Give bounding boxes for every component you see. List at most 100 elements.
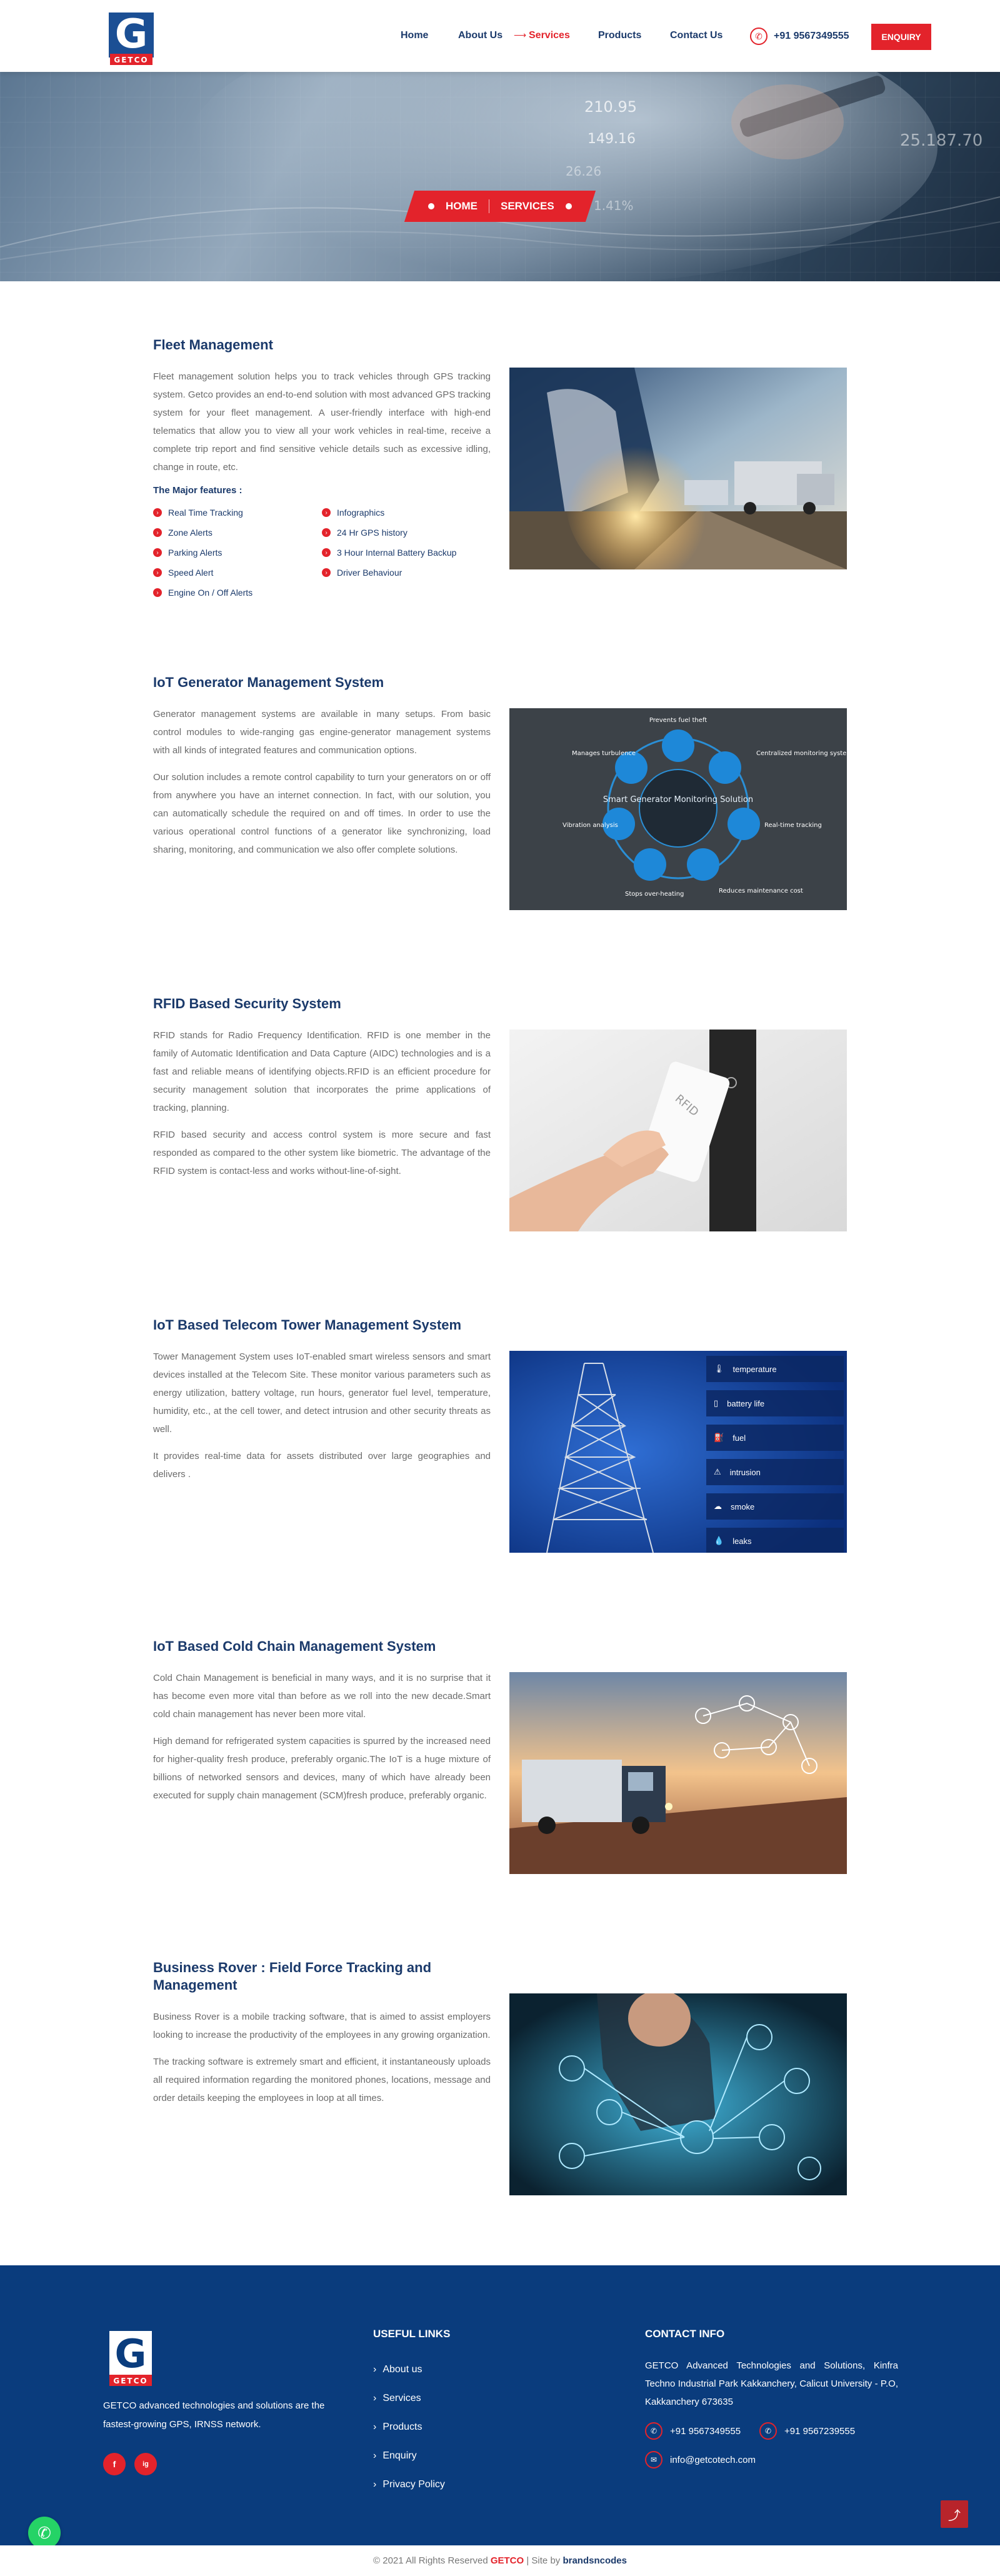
section-paragraph: RFID based security and access control s… [153, 1130, 491, 1176]
site-header: G GETCO Home About Us ⟶ Services Product… [0, 0, 1000, 72]
section-paragraph: High demand for refrigerated system capa… [153, 1736, 491, 1801]
nav-contact[interactable]: Contact Us [670, 30, 722, 41]
arrow-up-icon: ⤴ [948, 2508, 961, 2523]
chevron-right-icon: › [153, 528, 162, 537]
nav-services[interactable]: Services [529, 30, 570, 41]
footer-link-about[interactable]: › About us [373, 2355, 450, 2384]
copyright-brand: GETCO [490, 2555, 524, 2566]
list-item: ⛽ fuel [706, 1425, 844, 1451]
footer-link-privacy[interactable]: › Privacy Policy [373, 2470, 450, 2499]
section-paragraph: Fleet management solution helps you to t… [153, 371, 491, 473]
header-phone-number: +91 9567349555 [774, 31, 849, 41]
list-item: › Zone Alerts [153, 526, 322, 539]
chevron-right-icon: › [373, 2450, 377, 2461]
breadcrumb-home[interactable]: HOME [446, 200, 478, 213]
contact-info-title: CONTACT INFO [645, 2328, 725, 2340]
phone-icon: ✆ [645, 2422, 662, 2440]
chevron-right-icon: › [322, 508, 331, 517]
header-phone[interactable]: ✆ +91 9567349555 [750, 28, 849, 45]
section-paragraph: Tower Management System uses IoT-enabled… [153, 1351, 491, 1435]
contact-address: GETCO Advanced Technologies and Solution… [645, 2360, 898, 2407]
list-item: ▯ battery life [706, 1390, 844, 1416]
chevron-right-icon: › [153, 588, 162, 597]
sensor-list: 🌡 temperature ▯ battery life ⛽ fuel ⚠ intrus… [706, 1356, 844, 1553]
chevron-right-icon: › [322, 528, 331, 537]
nav-products[interactable]: Products [598, 30, 641, 41]
generator-monitoring-image: Smart Generator Monitoring Solution Prev… [509, 708, 847, 910]
contact-phone-1[interactable]: +91 9567349555 [670, 2426, 741, 2437]
copyright-site-by: | Site by [526, 2555, 561, 2566]
useful-links: USEFUL LINKS › About us › Services › Produc… [373, 2328, 450, 2499]
section-paragraph: It provides real-time data for assets di… [153, 1451, 491, 1480]
contact-phones: ✆ +91 9567349555 ✆ +91 9567239555 [645, 2422, 898, 2440]
contact-email-row: ✉ info@getcotech.com [645, 2451, 898, 2468]
chevron-right-icon: › [373, 2479, 377, 2490]
list-item: › 3 Hour Internal Battery Backup [322, 546, 491, 559]
section-paragraph: The tracking software is extremely smart… [153, 2057, 491, 2103]
battery-icon: ▯ [714, 1398, 719, 1408]
facebook-icon[interactable]: f [103, 2453, 126, 2475]
breadcrumb-dot-icon [565, 203, 572, 209]
enquiry-button[interactable]: ENQUIRY [871, 24, 931, 50]
section-fleet-management: Fleet Management Fleet management soluti… [153, 336, 847, 624]
telecom-tower-image: 🌡 temperature ▯ battery life ⛽ fuel ⚠ intrus… [509, 1351, 847, 1553]
contact-info: CONTACT INFO GETCO Advanced Technologies… [645, 2328, 898, 2468]
section-title: RFID Based Security System [153, 996, 341, 1011]
useful-links-title: USEFUL LINKS [373, 2328, 451, 2340]
footer-link-enquiry[interactable]: › Enquiry [373, 2442, 450, 2470]
list-item: › Driver Behaviour [322, 566, 491, 579]
active-arrow-icon: ⟶ [514, 30, 527, 40]
rfid-card-image: RFID [509, 1030, 847, 1231]
contact-phone-2[interactable]: +91 9567239555 [784, 2426, 855, 2437]
footer-getco-logo[interactable]: G GETCO [103, 2326, 158, 2388]
section-paragraph: RFID stands for Radio Frequency Identifi… [153, 1030, 491, 1113]
copyright-text: © 2021 All Rights Reserved [373, 2555, 488, 2566]
breadcrumb-dot-icon [428, 203, 435, 209]
section-cold-chain: IoT Based Cold Chain Management System C… [153, 1638, 847, 1900]
fleet-trucks-image [509, 368, 847, 569]
list-item: 🌡 temperature [706, 1356, 844, 1382]
chevron-right-icon: › [153, 508, 162, 517]
nav-home[interactable]: Home [401, 30, 428, 41]
cold-chain-truck-image [509, 1672, 847, 1874]
ticker-3: 26.26 [566, 164, 602, 179]
site-footer: G GETCO GETCO advanced technologies and … [0, 2265, 1000, 2545]
instagram-icon[interactable]: ig [134, 2453, 157, 2475]
chevron-right-icon: › [153, 568, 162, 577]
section-title: Business Rover : Field Force Tracking an… [153, 1960, 432, 1993]
diagram-label: Vibration analysis [562, 822, 618, 829]
whatsapp-icon: ✆ [38, 2523, 51, 2542]
main-nav: Home About Us ⟶ Services Products Contac… [0, 0, 1000, 72]
scroll-to-top-button[interactable]: ⤴ [941, 2500, 968, 2528]
list-item: › Parking Alerts [153, 546, 322, 559]
features-title: The Major features : [153, 485, 242, 496]
copyright-bar: © 2021 All Rights Reserved GETCO | Site … [0, 2545, 1000, 2576]
footer-link-products[interactable]: › Products [373, 2413, 450, 2442]
chevron-right-icon: › [322, 548, 331, 557]
section-telecom-tower: IoT Based Telecom Tower Management Syste… [153, 1316, 847, 1579]
footer-link-services[interactable]: › Services [373, 2384, 450, 2413]
chevron-right-icon: › [373, 2364, 377, 2375]
section-business-rover: Business Rover : Field Force Tracking an… [153, 1959, 847, 2228]
thermometer-icon: 🌡 [714, 1364, 724, 1373]
smoke-icon: ☁ [714, 1501, 722, 1511]
agency-link[interactable]: brandsncodes [562, 2555, 627, 2566]
section-paragraph: Our solution includes a remote control c… [153, 772, 491, 855]
list-item: 💧 leaks [706, 1528, 844, 1553]
section-paragraph: Business Rover is a mobile tracking soft… [153, 2012, 491, 2040]
breadcrumb-current: SERVICES [501, 200, 554, 212]
chevron-right-icon: › [153, 548, 162, 557]
section-generator-management: IoT Generator Management System Generato… [153, 674, 847, 943]
section-rfid-security: RFID Based Security System RFID stands f… [153, 995, 847, 1258]
section-title: IoT Based Cold Chain Management System [153, 1638, 436, 1654]
whatsapp-button[interactable]: ✆ [28, 2517, 61, 2549]
diagram-label: Prevents fuel theft [649, 717, 707, 724]
list-item: › Infographics [322, 506, 491, 519]
section-paragraph: Cold Chain Management is beneficial in m… [153, 1673, 491, 1720]
svg-text:G: G [115, 2331, 147, 2377]
diagram-center-label: Smart Generator Monitoring Solution [603, 795, 753, 804]
section-title: IoT Based Telecom Tower Management Syste… [153, 1317, 462, 1333]
contact-email[interactable]: info@getcotech.com [670, 2455, 756, 2465]
footer-description: GETCO advanced technologies and solution… [103, 2400, 325, 2430]
nav-about[interactable]: About Us [458, 30, 502, 41]
